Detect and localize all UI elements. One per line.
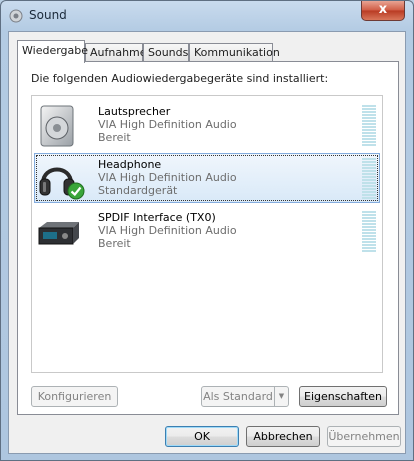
device-item-lautsprecher[interactable]: Lautsprecher VIA High Definition Audio B… <box>34 100 380 150</box>
device-name: Lautsprecher <box>98 105 171 118</box>
device-name: SPDIF Interface (TX0) <box>98 211 216 224</box>
spdif-device-icon <box>38 222 79 245</box>
device-status: Bereit <box>98 131 131 144</box>
sound-app-icon <box>9 9 23 23</box>
device-driver: VIA High Definition Audio <box>98 224 237 237</box>
ok-button[interactable]: OK <box>165 426 239 447</box>
close-button[interactable]: x <box>361 1 405 21</box>
device-name: Headphone <box>98 158 162 171</box>
tab-sounds[interactable]: Sounds <box>143 43 189 62</box>
panel-caption: Die folgenden Audiowiedergabegeräte sind… <box>31 72 329 85</box>
configure-button[interactable]: Konfigurieren <box>31 386 118 407</box>
default-check-icon <box>67 182 85 200</box>
tab-kommunikation[interactable]: Kommunikation <box>189 43 280 62</box>
wiedergabe-panel: Die folgenden Audiowiedergabegeräte sind… <box>17 61 399 415</box>
set-default-button[interactable]: Als Standard ▼ <box>201 386 289 407</box>
tab-aufnahme[interactable]: Aufnahme <box>85 43 147 62</box>
level-meter <box>362 105 376 147</box>
dialog-client: Wiedergabe Aufnahme Sounds Kommunikation… <box>8 31 406 454</box>
window-title: Sound <box>29 8 67 22</box>
device-item-headphone[interactable]: Headphone VIA High Definition Audio Stan… <box>34 153 380 203</box>
cancel-button[interactable]: Abbrechen <box>246 426 320 447</box>
device-driver: VIA High Definition Audio <box>98 118 237 131</box>
level-meter <box>362 158 376 200</box>
device-list[interactable]: Lautsprecher VIA High Definition Audio B… <box>31 95 383 373</box>
device-status: Bereit <box>98 237 131 250</box>
device-driver: VIA High Definition Audio <box>98 171 237 184</box>
title-bar[interactable]: Sound x <box>1 1 413 31</box>
chevron-down-icon[interactable]: ▼ <box>274 387 288 406</box>
apply-button[interactable]: Übernehmen <box>327 426 401 447</box>
sound-dialog: Sound x Wiedergabe Aufnahme Sounds Kommu… <box>0 0 414 461</box>
device-status: Standardgerät <box>98 184 178 197</box>
speaker-icon <box>40 105 74 147</box>
level-meter <box>362 211 376 253</box>
device-item-spdif[interactable]: SPDIF Interface (TX0) VIA High Definitio… <box>34 206 380 256</box>
tab-wiedergabe[interactable]: Wiedergabe <box>17 40 88 63</box>
set-default-label: Als Standard <box>203 390 273 403</box>
properties-button[interactable]: Eigenschaften <box>299 386 387 407</box>
